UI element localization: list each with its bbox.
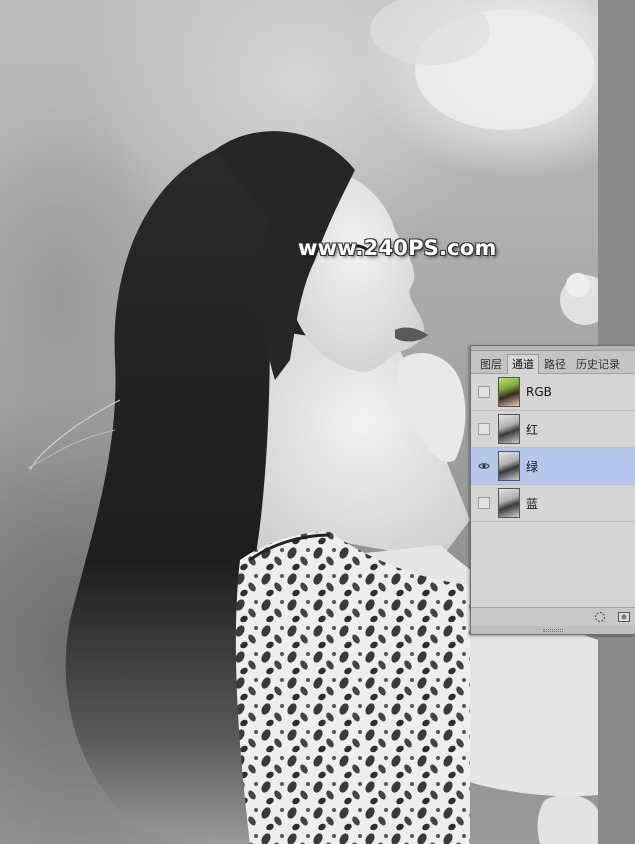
channel-row-rgb[interactable]: RGB [471,374,635,411]
visibility-toggle[interactable] [478,497,490,509]
channel-label: 红 [526,422,539,437]
panel-footer [471,607,635,626]
save-selection-icon [618,612,630,622]
eye-icon [478,463,490,469]
channel-row-green[interactable]: 绿 [471,448,635,485]
tab-layers[interactable]: 图层 [475,354,507,373]
visibility-toggle[interactable] [478,423,490,435]
tab-paths[interactable]: 路径 [539,354,571,373]
save-selection-button[interactable] [617,611,631,623]
channel-label: 绿 [526,459,539,474]
channel-thumbnail [498,451,520,481]
load-selection-icon [594,611,606,623]
panel-tab-bar: 图层 通道 路径 历史记录 [471,346,635,374]
panel-collapse-bar[interactable] [471,346,635,351]
channel-thumbnail [498,414,520,444]
channel-list-empty-area [471,522,635,599]
tab-history[interactable]: 历史记录 [571,354,625,373]
tab-channels[interactable]: 通道 [507,354,539,374]
channel-thumbnail [498,377,520,407]
panel-resize-grip[interactable] [471,626,635,634]
channel-label: RGB [526,385,552,399]
visibility-toggle[interactable] [478,460,490,472]
load-selection-button[interactable] [593,611,607,623]
visibility-toggle[interactable] [478,386,490,398]
channels-panel[interactable]: 图层 通道 路径 历史记录 RGB 红 绿 蓝 [470,345,635,635]
grip-lines [543,628,563,632]
channel-list: RGB 红 绿 蓝 [471,374,635,522]
channel-thumbnail [498,488,520,518]
flower-right [560,273,598,325]
watermark-text: www.240PS.com [298,236,497,260]
channel-row-blue[interactable]: 蓝 [471,485,635,522]
channel-label: 蓝 [526,496,539,511]
channel-row-red[interactable]: 红 [471,411,635,448]
